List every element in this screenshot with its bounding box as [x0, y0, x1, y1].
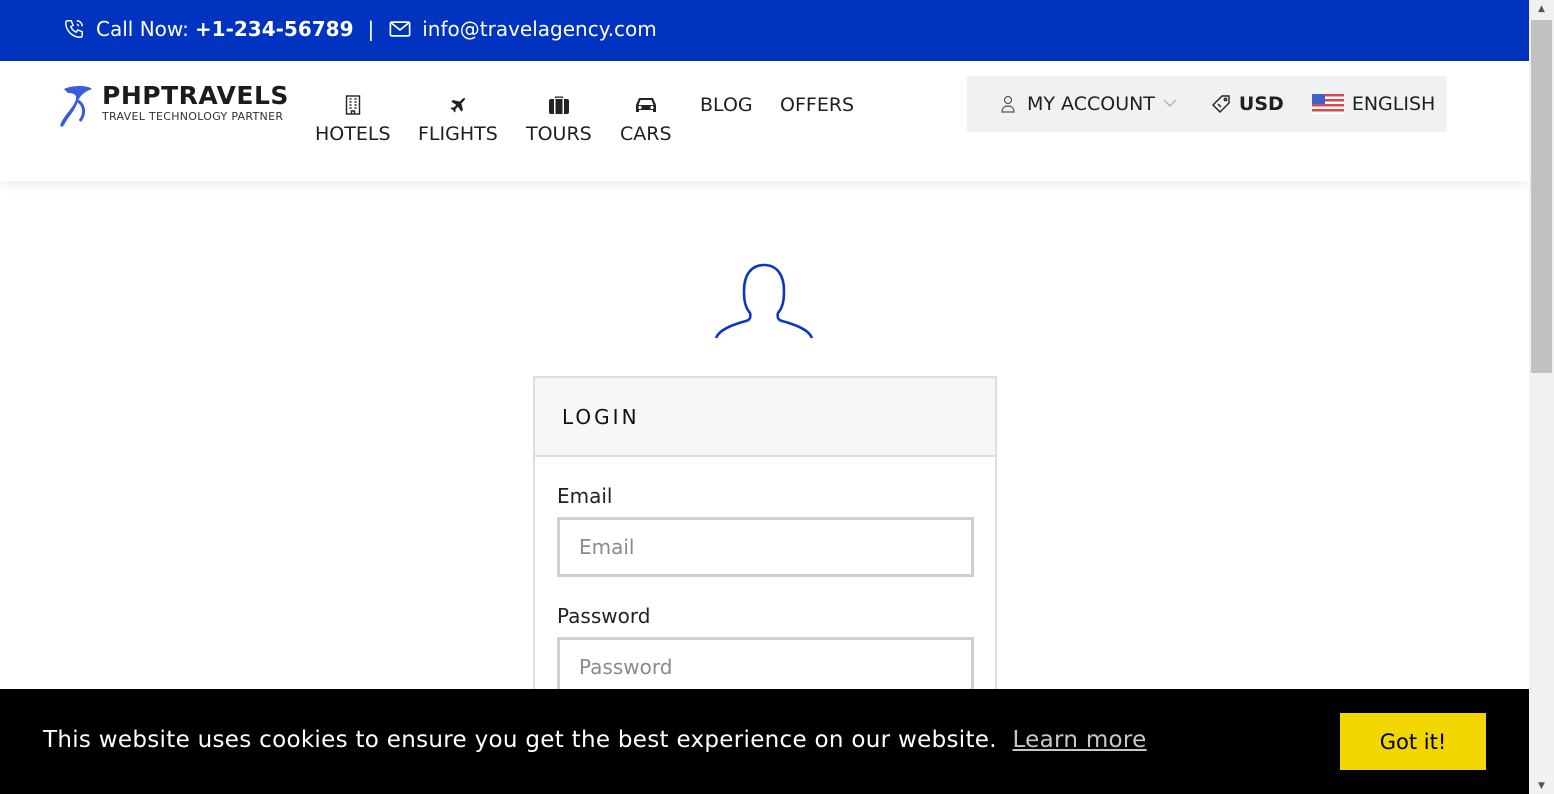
logo-brand: PHPTRAVELS [102, 81, 289, 110]
login-title: LOGIN [535, 378, 995, 457]
nav-cars-label: CARS [620, 123, 672, 145]
building-icon [315, 95, 391, 117]
cookie-message: This website uses cookies to ensure you … [43, 727, 997, 753]
my-account-dropdown[interactable]: MY ACCOUNT [1001, 93, 1177, 115]
phone-icon [62, 17, 86, 41]
got-it-button[interactable]: Got it! [1340, 713, 1486, 770]
cookie-message-wrap: This website uses cookies to ensure you … [43, 727, 1147, 753]
contact-info: Call Now: +1-234-56789 | info@travelagen… [62, 17, 657, 41]
chevron-down-icon [1163, 96, 1177, 112]
account-toolbar: MY ACCOUNT USD ENGLISH [967, 76, 1447, 132]
nav-flights-label: FLIGHTS [418, 123, 498, 145]
call-now-label: Call Now: [96, 17, 189, 41]
nav-hotels[interactable]: HOTELS [315, 95, 391, 145]
suitcase-icon [526, 95, 592, 117]
email-link[interactable]: info@travelagency.com [422, 17, 657, 41]
user-icon [1001, 95, 1015, 113]
scrollbar-thumb[interactable] [1531, 20, 1552, 373]
user-avatar-icon [713, 262, 815, 346]
logo-tagline: TRAVEL TECHNOLOGY PARTNER [102, 110, 284, 123]
nav-tours-label: TOURS [526, 123, 592, 145]
currency-selector[interactable]: USD [1211, 93, 1284, 115]
page-scrollbar[interactable]: ▲ ▼ [1529, 0, 1554, 794]
nav-tours[interactable]: TOURS [526, 95, 592, 145]
password-input[interactable] [557, 637, 974, 697]
site-logo[interactable]: PHPTRAVELS TRAVEL TECHNOLOGY PARTNER [58, 83, 289, 129]
logo-mark-icon [60, 86, 92, 127]
phone-number[interactable]: +1-234-56789 [195, 17, 354, 41]
nav-offers[interactable]: OFFERS [780, 94, 854, 116]
envelope-icon [388, 17, 412, 41]
main-header: PHPTRAVELS TRAVEL TECHNOLOGY PARTNER HOT… [0, 61, 1529, 181]
nav-hotels-label: HOTELS [315, 123, 391, 145]
currency-label: USD [1238, 93, 1284, 115]
scroll-down-arrow-icon[interactable]: ▼ [1529, 777, 1554, 794]
nav-cars[interactable]: CARS [620, 95, 672, 145]
email-label: Email [557, 484, 613, 508]
tag-icon [1211, 94, 1231, 114]
email-input[interactable] [557, 517, 974, 577]
scroll-up-arrow-icon[interactable]: ▲ [1529, 0, 1554, 17]
my-account-label: MY ACCOUNT [1027, 93, 1155, 115]
nav-flights[interactable]: FLIGHTS [418, 95, 498, 145]
language-label: ENGLISH [1351, 93, 1436, 115]
nav-blog[interactable]: BLOG [700, 94, 753, 116]
airplane-icon [418, 95, 498, 117]
language-selector[interactable]: ENGLISH [1311, 93, 1436, 115]
password-label: Password [557, 604, 651, 628]
top-contact-bar: Call Now: +1-234-56789 | info@travelagen… [0, 0, 1529, 61]
us-flag-icon [1311, 94, 1344, 114]
car-icon [620, 95, 672, 117]
learn-more-link[interactable]: Learn more [1012, 727, 1146, 753]
separator: | [367, 17, 375, 41]
cookie-banner: This website uses cookies to ensure you … [0, 689, 1529, 794]
